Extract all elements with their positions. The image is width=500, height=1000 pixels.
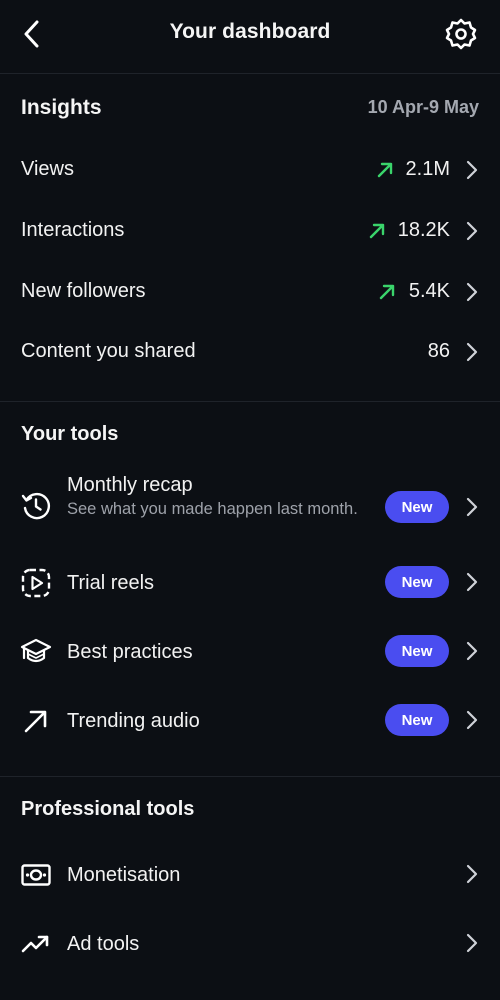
graduation-cap-icon bbox=[20, 638, 52, 663]
trend-up-arrow-icon bbox=[377, 162, 393, 178]
tool-title: Ad tools bbox=[67, 933, 140, 955]
insight-label: Content you shared bbox=[21, 340, 196, 362]
chevron-right-icon bbox=[466, 221, 478, 241]
insight-value: 2.1M bbox=[405, 158, 450, 180]
section-divider bbox=[0, 776, 500, 777]
chevron-right-icon bbox=[466, 864, 478, 884]
insight-row-new-followers[interactable]: New followers 5.4K bbox=[0, 270, 500, 314]
chevron-right-icon bbox=[466, 282, 478, 302]
new-badge: New bbox=[385, 566, 449, 598]
trend-up-arrow-icon bbox=[379, 284, 395, 300]
page-title: Your dashboard bbox=[169, 20, 331, 43]
tool-title: Trial reels bbox=[67, 572, 155, 594]
insight-value: 86 bbox=[427, 340, 450, 362]
settings-button[interactable] bbox=[444, 17, 478, 51]
new-badge: New bbox=[385, 635, 449, 667]
chevron-right-icon bbox=[466, 933, 478, 953]
insight-row-content-shared[interactable]: Content you shared 86 bbox=[0, 330, 500, 374]
date-range[interactable]: 10 Apr-9 May bbox=[368, 97, 479, 118]
insights-heading: Insights bbox=[21, 96, 102, 119]
chevron-right-icon bbox=[466, 710, 478, 730]
chevron-right-icon bbox=[466, 641, 478, 661]
tool-row-trial-reels[interactable]: Trial reels New bbox=[0, 560, 500, 606]
chevron-right-icon bbox=[466, 572, 478, 592]
arrow-up-right-icon bbox=[24, 710, 47, 733]
insight-row-interactions[interactable]: Interactions 18.2K bbox=[0, 209, 500, 253]
tool-subtitle: See what you made happen last month. bbox=[67, 500, 358, 518]
chevron-right-icon bbox=[466, 497, 478, 517]
new-badge: New bbox=[385, 704, 449, 736]
tool-row-monthly-recap[interactable]: Monthly recap See what you made happen l… bbox=[0, 466, 500, 546]
insight-label: Interactions bbox=[21, 219, 125, 241]
insight-label: Views bbox=[21, 158, 74, 180]
history-clock-icon bbox=[21, 492, 51, 520]
tool-row-monetisation[interactable]: Monetisation bbox=[0, 852, 500, 898]
chevron-right-icon bbox=[466, 160, 478, 180]
tool-row-best-practices[interactable]: Best practices New bbox=[0, 629, 500, 675]
reels-play-icon bbox=[21, 568, 51, 598]
trend-up-icon bbox=[21, 935, 49, 953]
insight-value: 18.2K bbox=[397, 219, 450, 241]
insight-value: 5.4K bbox=[408, 280, 450, 302]
insight-row-views[interactable]: Views 2.1M bbox=[0, 148, 500, 192]
tool-title: Trending audio bbox=[67, 710, 200, 732]
new-badge: New bbox=[385, 491, 449, 523]
tool-title: Monetisation bbox=[67, 864, 181, 886]
tool-title: Monthly recap bbox=[67, 474, 193, 496]
your-tools-heading: Your tools bbox=[21, 423, 119, 445]
tool-row-ad-tools[interactable]: Ad tools bbox=[0, 921, 500, 967]
gear-icon bbox=[445, 18, 477, 50]
tool-row-trending-audio[interactable]: Trending audio New bbox=[0, 698, 500, 744]
trend-up-arrow-icon bbox=[369, 223, 385, 239]
top-bar: Your dashboard bbox=[0, 0, 500, 74]
insight-label: New followers bbox=[21, 280, 146, 302]
chevron-right-icon bbox=[466, 342, 478, 362]
section-divider bbox=[0, 401, 500, 402]
banknote-icon bbox=[21, 864, 51, 886]
tool-title: Best practices bbox=[67, 641, 193, 663]
professional-tools-heading: Professional tools bbox=[21, 798, 195, 820]
